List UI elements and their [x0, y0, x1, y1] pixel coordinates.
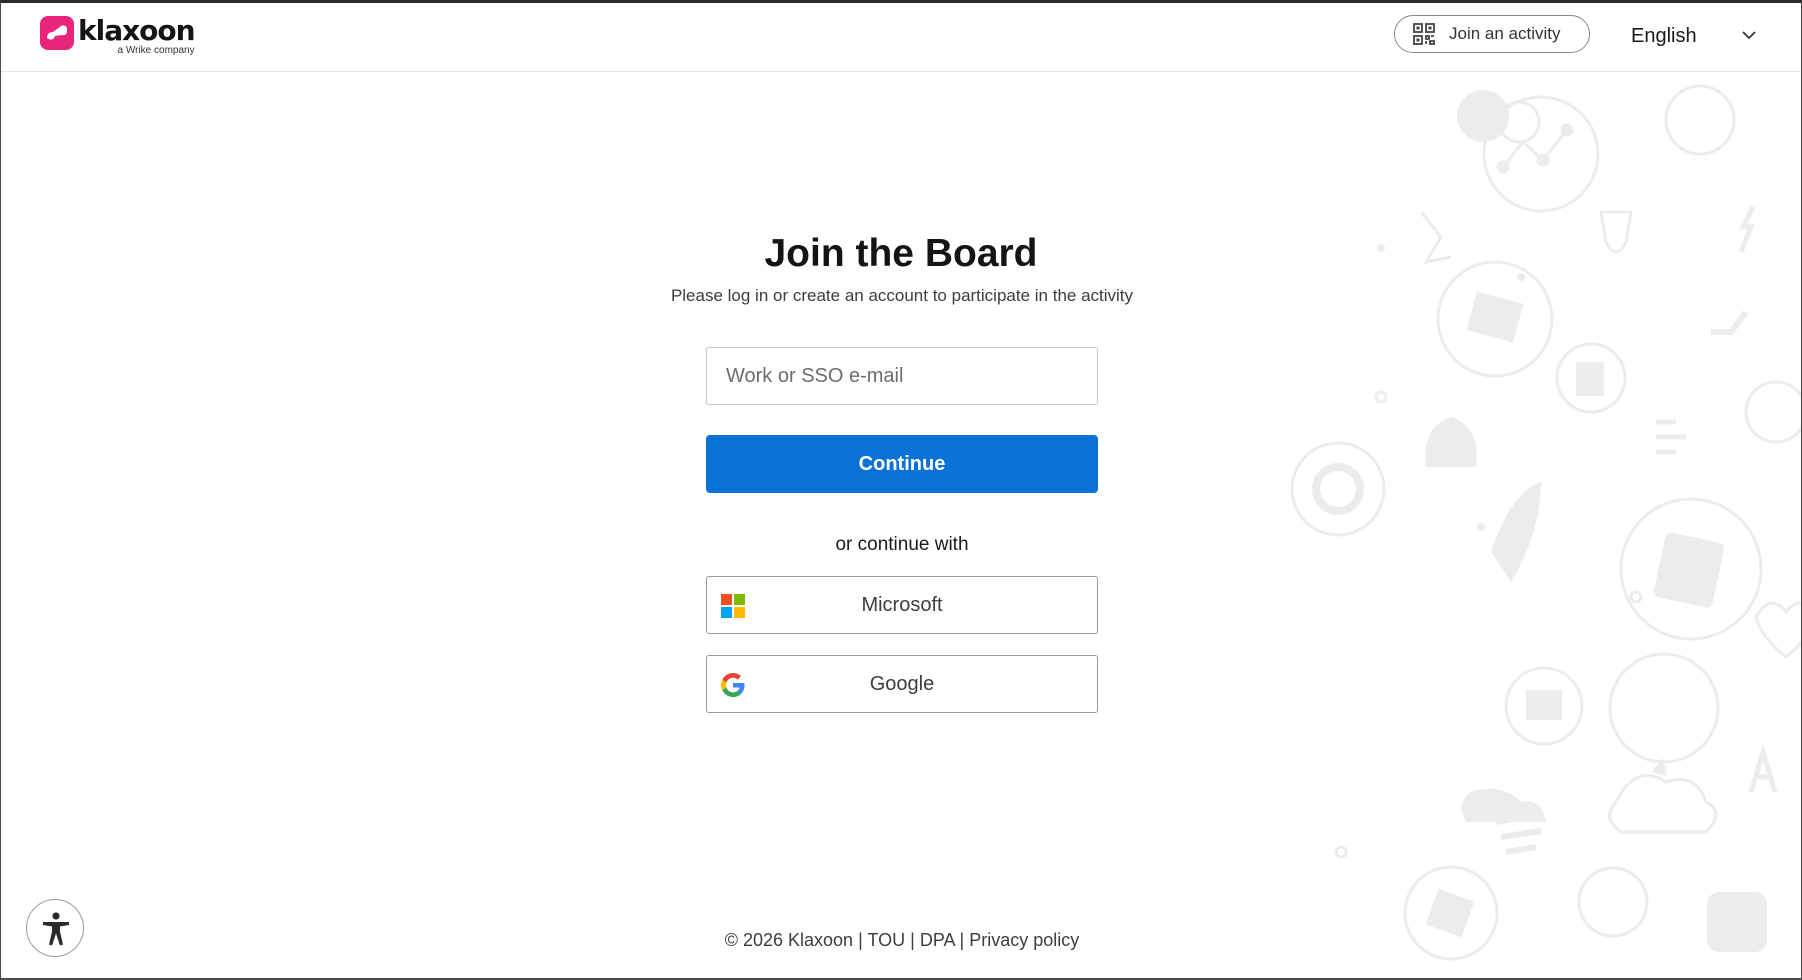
copyright-text: © 2026 Klaxoon [724, 930, 854, 950]
google-label: Google [869, 673, 935, 695]
footer: © 2026 Klaxoon | TOU | DPA | Privacy pol… [1, 930, 1801, 951]
top-bar: klaxoon a Wrike company Join an activity… [1, 3, 1801, 72]
page: klaxoon a Wrike company Join an activity… [0, 0, 1802, 980]
page-title: Join the Board [764, 232, 1038, 275]
chevron-down-icon [1742, 31, 1756, 40]
dpa-link[interactable]: DPA [920, 930, 955, 950]
logo-tagline: a Wrike company [117, 45, 195, 56]
klaxoon-logo-icon [40, 16, 74, 50]
email-input[interactable] [706, 347, 1098, 405]
login-panel: Join the Board Please log in or create a… [1, 72, 1801, 972]
language-selector[interactable]: English [1631, 19, 1757, 53]
klaxoon-logo[interactable]: klaxoon a Wrike company [40, 14, 196, 56]
join-activity-label: Join an activity [1449, 24, 1561, 43]
qr-code-icon [1413, 23, 1435, 45]
footer-separator: | [858, 930, 863, 950]
footer-separator: | [959, 930, 965, 950]
accessibility-button[interactable] [26, 899, 84, 957]
microsoft-label: Microsoft [861, 594, 943, 616]
join-activity-button[interactable]: Join an activity [1394, 15, 1590, 53]
or-continue-with-text: or continue with [835, 534, 969, 555]
continue-button[interactable]: Continue [706, 435, 1098, 493]
privacy-policy-link[interactable]: Privacy policy [969, 930, 1079, 950]
footer-separator: | [910, 930, 915, 950]
microsoft-login-button[interactable]: Microsoft [706, 576, 1098, 634]
accessibility-icon [43, 912, 69, 946]
google-login-button[interactable]: Google [706, 655, 1098, 713]
language-label: English [1631, 24, 1697, 47]
logo-wordmark: klaxoon [78, 14, 196, 47]
tou-link[interactable]: TOU [867, 930, 905, 950]
page-subtitle: Please log in or create an account to pa… [670, 286, 1134, 305]
